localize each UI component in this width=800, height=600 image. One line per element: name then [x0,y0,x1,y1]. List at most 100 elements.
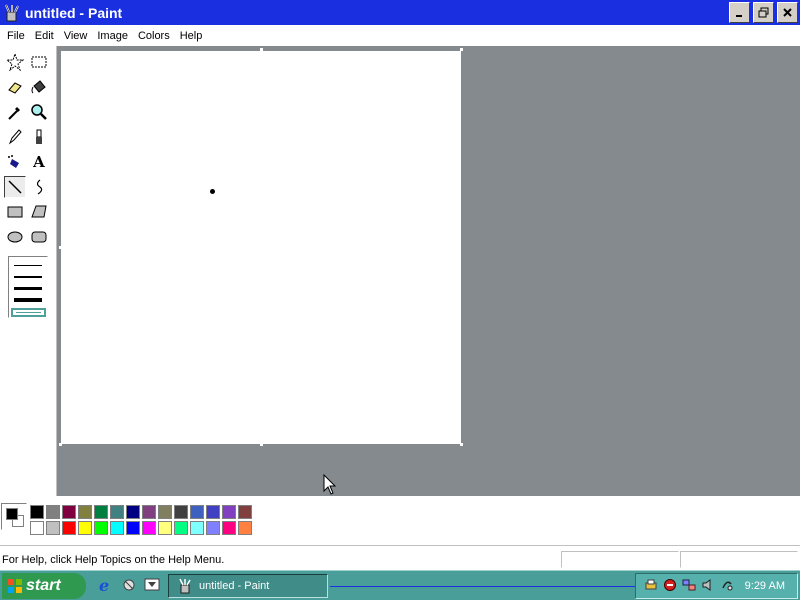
shield-icon[interactable] [663,578,677,592]
curve-tool[interactable] [28,176,50,198]
palette-swatch[interactable] [78,521,92,535]
resize-handle-bottom[interactable] [260,443,263,446]
pencil-tool[interactable] [4,126,26,148]
rounded-rectangle-tool[interactable] [28,226,50,248]
polygon-tool[interactable] [28,201,50,223]
resize-handle-top[interactable] [260,48,263,51]
menu-image[interactable]: Image [92,30,133,42]
menu-help[interactable]: Help [175,30,208,42]
airbrush-tool[interactable] [4,151,26,173]
taskbar: start e untitled - Paint 9:29 AM [0,570,800,600]
fill-with-color-tool[interactable] [28,76,50,98]
restore-button[interactable] [753,2,774,23]
palette-swatch[interactable] [46,521,60,535]
title-bar[interactable]: untitled - Paint [0,0,800,25]
ellipse-icon [7,231,23,243]
ie-icon[interactable]: e [97,576,115,594]
task-button-label: untitled - Paint [199,580,270,592]
palette-swatch[interactable] [174,505,188,519]
minimize-button[interactable] [729,2,750,23]
resize-handle-left[interactable] [59,246,62,249]
palette-swatch[interactable] [206,505,220,519]
resize-handle-bottom-left[interactable] [59,443,62,446]
outlook-icon[interactable] [120,576,138,594]
ellipse-tool[interactable] [4,226,26,248]
palette-swatch[interactable] [142,505,156,519]
resize-handle-bottom-right[interactable] [460,443,463,446]
menu-view[interactable]: View [59,30,93,42]
close-button[interactable] [777,2,798,23]
palette-swatch[interactable] [206,521,220,535]
foreground-color [6,508,18,520]
menu-file[interactable]: File [2,30,30,42]
drawn-dot [210,189,215,194]
palette-swatch[interactable] [158,521,172,535]
line-width-3[interactable] [14,287,42,290]
status-pane-size [680,551,798,568]
magnifier-tool[interactable] [28,101,50,123]
clock[interactable]: 9:29 AM [745,580,785,592]
text-tool[interactable]: A [28,151,50,173]
palette-swatch[interactable] [126,521,140,535]
mouse-cursor-icon [323,474,337,495]
palette-swatch[interactable] [238,521,252,535]
task-button-paint[interactable]: untitled - Paint [168,574,328,598]
palette-swatch[interactable] [46,505,60,519]
tray-app-icon[interactable] [720,578,734,592]
palette-swatch[interactable] [190,505,204,519]
rectangle-icon [7,206,23,218]
line-width-1[interactable] [14,265,42,266]
system-tray: 9:29 AM [635,573,798,599]
palette-swatch[interactable] [62,505,76,519]
line-width-selected[interactable] [11,308,46,317]
line-tool[interactable] [4,176,26,198]
palette-swatch[interactable] [78,505,92,519]
window-title: untitled - Paint [25,4,123,21]
brush-tool[interactable] [28,126,50,148]
menu-edit[interactable]: Edit [30,30,59,42]
palette-swatch[interactable] [174,521,188,535]
palette-swatch[interactable] [158,505,172,519]
text-icon: A [33,153,45,171]
palette-swatch[interactable] [30,521,44,535]
palette-swatch[interactable] [222,505,236,519]
select-tool[interactable] [28,51,50,73]
dashed-rect-icon [31,56,47,68]
line-width-selector [8,256,48,318]
polygon-icon [31,205,47,218]
palette-swatch[interactable] [30,505,44,519]
start-button[interactable]: start [2,573,86,599]
palette-swatch[interactable] [222,521,236,535]
palette-swatch[interactable] [94,505,108,519]
brush-icon [36,129,42,144]
palette-swatch[interactable] [238,505,252,519]
palette-swatch[interactable] [110,521,124,535]
drawing-canvas[interactable] [61,51,461,444]
status-pane-position [561,551,679,568]
network-icon[interactable] [682,578,696,592]
eraser-tool[interactable] [4,76,26,98]
menu-colors[interactable]: Colors [133,30,175,42]
paint-bucket-icon [31,80,46,94]
paint-task-icon [179,578,191,594]
free-form-select-tool[interactable] [4,51,26,73]
pick-color-tool[interactable] [4,101,26,123]
tool-box: A [0,46,57,496]
printer-icon[interactable] [644,578,658,592]
resize-handle-top-right[interactable] [460,48,463,51]
palette-swatch[interactable] [110,505,124,519]
line-width-4[interactable] [14,298,42,302]
paint-app-icon[interactable] [3,4,21,22]
speaker-icon[interactable] [701,578,715,592]
palette-swatch[interactable] [126,505,140,519]
line-width-2[interactable] [14,276,42,278]
palette-swatch[interactable] [94,521,108,535]
palette-swatch[interactable] [62,521,76,535]
star-select-icon [6,53,24,71]
desktop-icon[interactable] [143,576,161,594]
palette-swatch[interactable] [142,521,156,535]
menu-bar: File Edit View Image Colors Help [0,25,800,46]
curve-icon [36,179,43,195]
rectangle-tool[interactable] [4,201,26,223]
palette-swatch[interactable] [190,521,204,535]
